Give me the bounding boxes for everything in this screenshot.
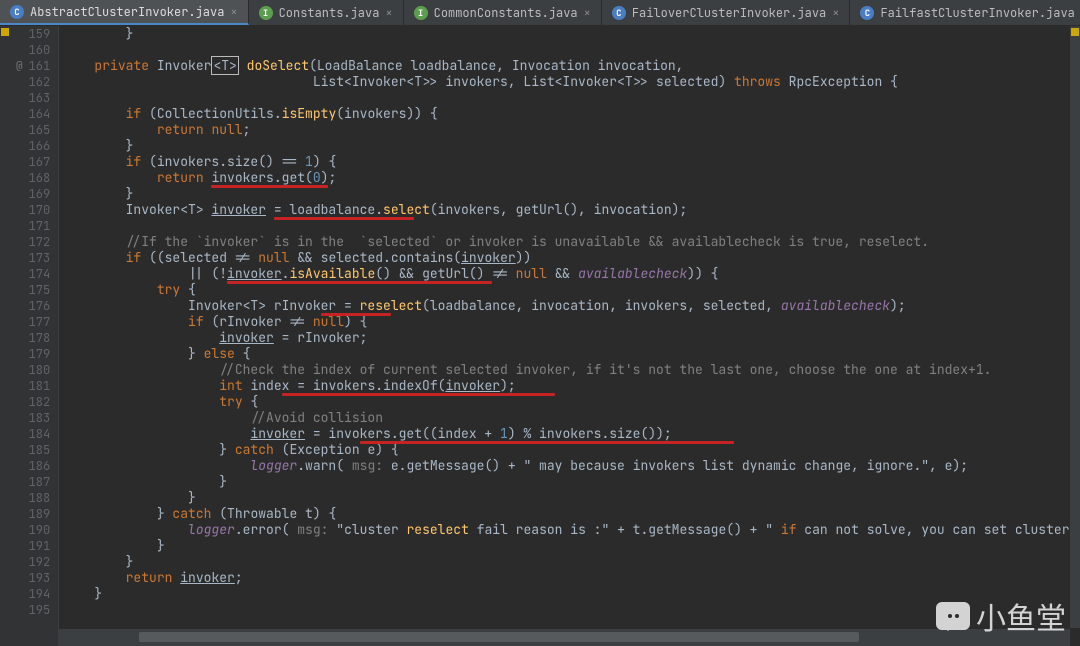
close-icon[interactable]: ×: [230, 4, 237, 20]
interface-icon: I: [414, 6, 428, 20]
editor-tab[interactable]: I Constants.java ×: [249, 0, 404, 25]
line-number[interactable]: 165: [16, 122, 50, 138]
line-number[interactable]: 167: [16, 154, 50, 170]
line-number[interactable]: 159: [16, 26, 50, 42]
source-code[interactable]: } private Invoker<T> doSelect(LoadBalanc…: [59, 26, 1070, 602]
line-number[interactable]: 189: [16, 506, 50, 522]
editor-area: 159160@161162163164165166167168169170171…: [0, 26, 1080, 646]
line-number[interactable]: 179: [16, 346, 50, 362]
line-number[interactable]: 177: [16, 314, 50, 330]
line-number[interactable]: 180: [16, 362, 50, 378]
line-number[interactable]: 171: [16, 218, 50, 234]
line-number-gutter[interactable]: 159160@161162163164165166167168169170171…: [10, 26, 59, 646]
override-gutter-icon[interactable]: @: [16, 58, 23, 74]
inspection-summary-icon[interactable]: [1071, 28, 1079, 36]
editor-tab[interactable]: C AbstractClusterInvoker.java ×: [0, 0, 249, 25]
line-number[interactable]: 168: [16, 170, 50, 186]
editor-tabbar: C AbstractClusterInvoker.java × I Constants.…: [0, 0, 1080, 26]
line-number[interactable]: 170: [16, 202, 50, 218]
line-number[interactable]: 178: [16, 330, 50, 346]
class-icon: C: [10, 5, 24, 19]
horizontal-scrollbar[interactable]: [59, 628, 1070, 646]
close-icon[interactable]: ×: [385, 5, 392, 21]
right-marker-bar[interactable]: [1070, 26, 1080, 628]
line-number[interactable]: 183: [16, 410, 50, 426]
class-icon: C: [860, 6, 874, 20]
line-number[interactable]: 190: [16, 522, 50, 538]
line-number[interactable]: 181: [16, 378, 50, 394]
line-number[interactable]: 194: [16, 586, 50, 602]
tab-label: AbstractClusterInvoker.java: [30, 4, 224, 20]
line-number[interactable]: 193: [16, 570, 50, 586]
inspection-marker[interactable]: [1, 28, 9, 36]
left-marker-bar: [0, 26, 10, 646]
tab-label: FailfastClusterInvoker.java: [880, 5, 1074, 21]
editor-tab[interactable]: C FailoverClusterInvoker.java ×: [602, 0, 851, 25]
line-number[interactable]: 164: [16, 106, 50, 122]
line-number[interactable]: 184: [16, 426, 50, 442]
tab-label: CommonConstants.java: [434, 5, 578, 21]
line-number[interactable]: 163: [16, 90, 50, 106]
line-number[interactable]: 169: [16, 186, 50, 202]
line-number[interactable]: 162: [16, 74, 50, 90]
line-number[interactable]: 182: [16, 394, 50, 410]
line-number[interactable]: 166: [16, 138, 50, 154]
line-number[interactable]: 174: [16, 266, 50, 282]
interface-icon: I: [259, 6, 273, 20]
line-number[interactable]: 188: [16, 490, 50, 506]
line-number[interactable]: 185: [16, 442, 50, 458]
line-number[interactable]: @161: [16, 58, 50, 74]
ide-root: C AbstractClusterInvoker.java × I Constants.…: [0, 0, 1080, 646]
code-viewport[interactable]: } private Invoker<T> doSelect(LoadBalanc…: [59, 26, 1080, 646]
close-icon[interactable]: ×: [832, 5, 839, 21]
line-number[interactable]: 186: [16, 458, 50, 474]
close-icon[interactable]: ×: [584, 5, 591, 21]
editor-tab[interactable]: I CommonConstants.java ×: [404, 0, 602, 25]
class-icon: C: [612, 6, 626, 20]
line-number[interactable]: 192: [16, 554, 50, 570]
line-number[interactable]: 172: [16, 234, 50, 250]
tab-label: Constants.java: [279, 5, 380, 21]
line-number[interactable]: 175: [16, 282, 50, 298]
scrollbar-thumb[interactable]: [139, 632, 859, 642]
line-number[interactable]: 195: [16, 602, 50, 618]
editor-tab[interactable]: CFailfastClusterInvoker.java×: [850, 0, 1080, 25]
line-number[interactable]: 191: [16, 538, 50, 554]
line-number[interactable]: 187: [16, 474, 50, 490]
line-number[interactable]: 176: [16, 298, 50, 314]
tab-label: FailoverClusterInvoker.java: [632, 5, 826, 21]
line-number[interactable]: 173: [16, 250, 50, 266]
line-number[interactable]: 160: [16, 42, 50, 58]
